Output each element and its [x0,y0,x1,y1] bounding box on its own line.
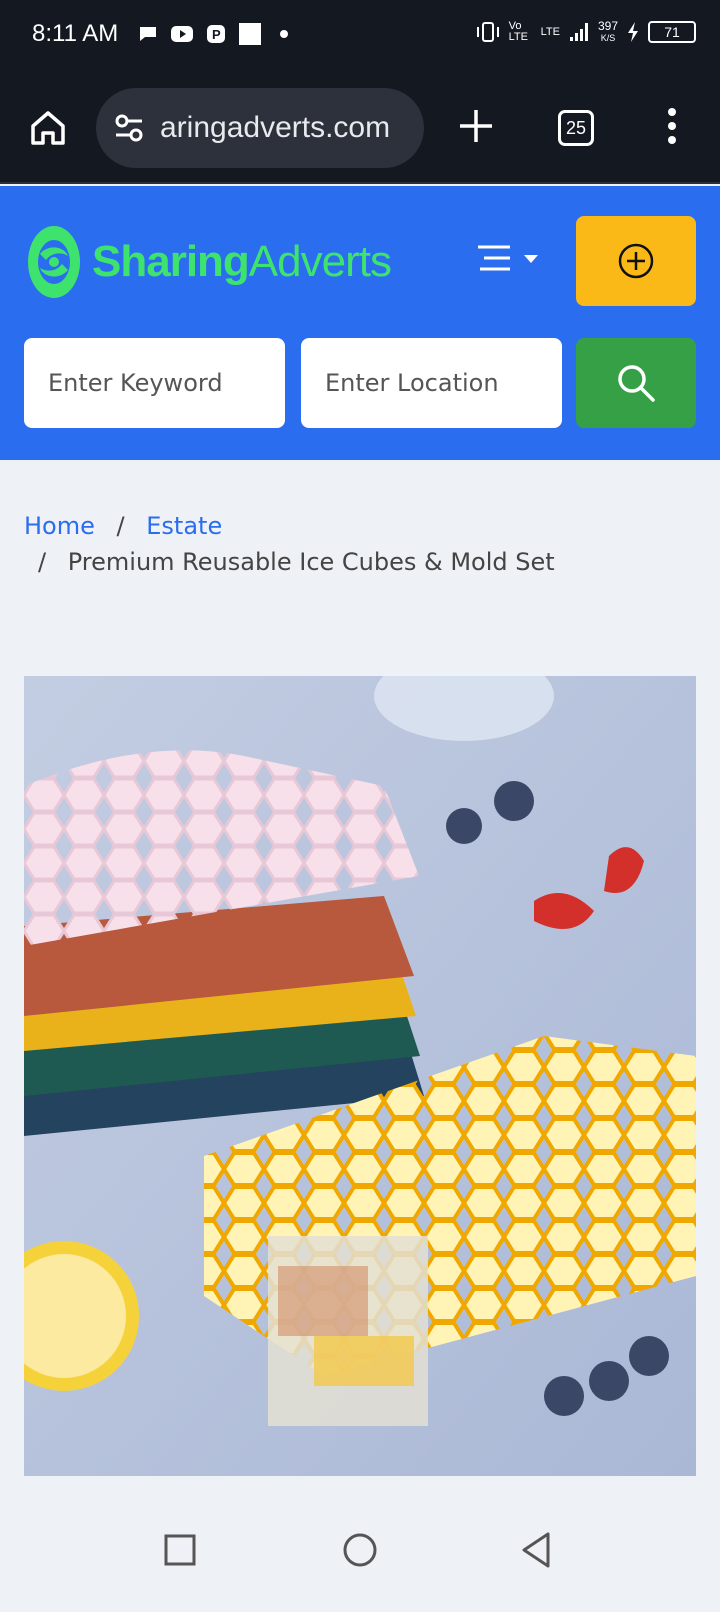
system-nav-bar [0,1490,720,1612]
breadcrumb-line-1: Home / Estate [24,508,704,544]
speed-unit: K/S [600,33,616,43]
nav-menu-toggle[interactable] [478,240,548,276]
site-header: SharingAdverts [0,186,720,460]
back-triangle-icon [522,1532,550,1568]
charging-icon [628,22,638,42]
youtube-icon [170,22,194,46]
breadcrumb-home[interactable]: Home [24,512,95,540]
breadcrumb-separator: / [38,548,47,576]
p-app-icon: P [204,22,228,46]
home-icon [31,111,65,145]
volte-label: Vo LTE [508,20,528,43]
svg-text:P: P [212,27,221,42]
breadcrumb: Home / Estate / Premium Reusable Ice Cub… [24,508,704,580]
site-settings-icon[interactable] [112,111,146,145]
plus-icon [460,110,492,142]
square-app-icon [238,22,262,46]
logo-text-part2: Adverts [248,237,392,286]
circle-icon [343,1533,377,1567]
dot-icon [272,22,296,46]
back-button[interactable] [514,1526,562,1574]
notification-icons: P [136,22,296,46]
status-time: 8:11 AM [32,20,119,47]
breadcrumb-category[interactable]: Estate [146,512,222,540]
home-nav-button[interactable] [336,1526,384,1574]
speed-value: 397 [597,19,618,33]
more-vert-icon [668,108,676,144]
menu-lines-icon [478,245,538,271]
browser-toolbar: aringadverts.com 25 [0,72,720,184]
plus-circle-icon [618,243,654,279]
keyword-field[interactable] [24,338,285,428]
product-image[interactable] [24,676,696,1476]
honeycomb-ice-tray-photo-icon [24,676,696,1476]
status-right: Vo LTE LTE 397 K/S 71 [475,20,696,44]
location-field[interactable] [301,338,562,428]
address-bar[interactable]: aringadverts.com [96,88,424,168]
battery-indicator: 71 [648,21,696,43]
keyword-input[interactable] [48,369,285,397]
url-text[interactable]: aringadverts.com [160,111,410,145]
lte-label: LTE [540,26,560,38]
breadcrumb-separator: / [116,512,125,540]
logo-text: SharingAdverts [92,237,392,287]
breadcrumb-line-2: / Premium Reusable Ice Cubes & Mold Set [24,544,704,580]
logo-text-part1: Sharing [92,237,250,286]
square-icon [164,1534,196,1566]
location-input[interactable] [325,369,562,397]
chat-icon [136,22,160,46]
site-logo[interactable]: SharingAdverts [26,222,392,302]
browser-menu-button[interactable] [660,104,684,148]
search-icon [618,365,655,402]
home-button[interactable] [28,108,68,148]
status-bar: 8:11 AM P Vo LTE LTE 397 K/S 71 [0,0,720,72]
new-tab-button[interactable] [456,106,496,146]
recents-button[interactable] [156,1526,204,1574]
search-button[interactable] [576,338,696,428]
logo-mark-icon [28,226,80,298]
vibrate-icon [476,22,499,42]
tab-switcher-button[interactable]: 25 [558,110,594,146]
signal-icon [569,23,588,41]
breadcrumb-current: Premium Reusable Ice Cubes & Mold Set [67,548,555,576]
speed-readout: 397 K/S [598,20,618,44]
post-ad-button[interactable] [576,216,696,306]
